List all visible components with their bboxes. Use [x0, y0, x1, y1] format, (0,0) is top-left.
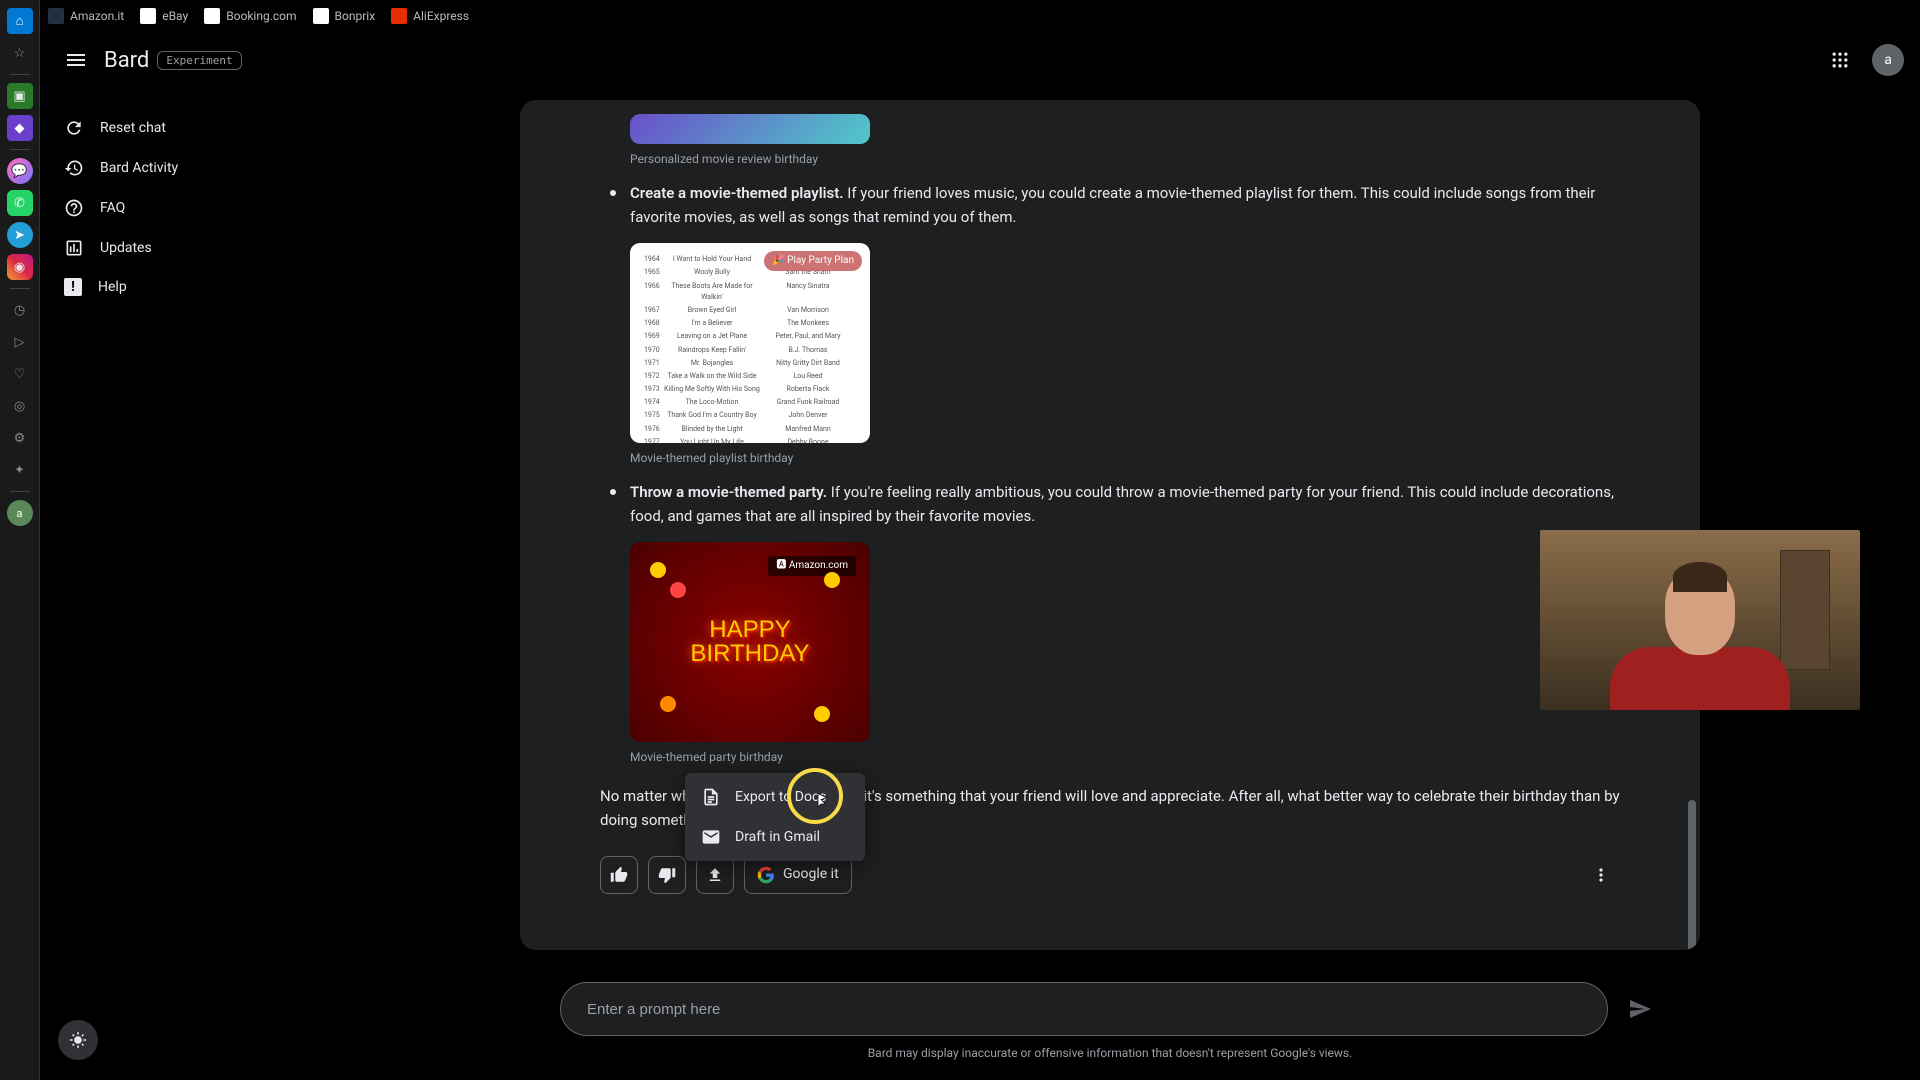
tab-aliexpress[interactable]: AliExpress — [391, 8, 469, 24]
party-source-badge: 🅰 Amazon.com — [768, 556, 856, 576]
image-party: 🅰 Amazon.com HAPPYBIRTHDAY — [630, 542, 870, 742]
bullet-dot-icon — [610, 190, 616, 196]
caption-playlist: Movie-themed playlist birthday — [630, 449, 1640, 468]
nav-reset-chat[interactable]: Reset chat — [48, 108, 312, 148]
light-mode-icon — [69, 1031, 87, 1049]
gmail-icon — [701, 827, 721, 847]
os-icon-play[interactable]: ▷ — [7, 329, 33, 355]
experiment-badge: Experiment — [157, 51, 241, 70]
cursor-pointer-icon — [812, 792, 830, 814]
google-apps-button[interactable] — [1820, 40, 1860, 80]
prompt-area: Bard may display inaccurate or offensive… — [560, 982, 1660, 1060]
app-title: Bard — [104, 48, 149, 73]
thumbs-down-button[interactable] — [648, 856, 686, 894]
nav-faq[interactable]: FAQ — [48, 188, 312, 228]
tab-amazon[interactable]: Amazon.it — [48, 8, 124, 24]
menu-icon — [64, 48, 88, 72]
prompt-input[interactable] — [560, 982, 1608, 1036]
os-icon-whatsapp[interactable]: ✆ — [7, 190, 33, 216]
nav-label: FAQ — [100, 200, 125, 216]
nav-label: Help — [98, 279, 127, 295]
os-sidebar: ⌂ ☆ ▣ ◆ 💬 ✆ ➤ ◉ ◷ ▷ ♡ ◎ ⚙ ✦ a — [0, 0, 40, 1080]
google-logo-icon — [757, 866, 775, 884]
scrollbar-thumb[interactable] — [1688, 800, 1696, 950]
hamburger-menu-button[interactable] — [56, 40, 96, 80]
export-gmail-label: Draft in Gmail — [735, 829, 820, 845]
send-button[interactable] — [1620, 989, 1660, 1029]
google-it-label: Google it — [783, 863, 839, 885]
caption-review: Personalized movie review birthday — [630, 150, 1640, 169]
os-icon-avatar[interactable]: a — [7, 500, 33, 526]
playlist-source-badge: 🎉 Play Party Plan — [764, 251, 862, 271]
nav-bard-activity[interactable]: Bard Activity — [48, 148, 312, 188]
export-menu: Export to Docs Draft in Gmail — [685, 773, 865, 861]
image-playlist: 🎉 Play Party Plan 1964I Want to Hold You… — [630, 243, 870, 443]
nav-label: Reset chat — [100, 120, 166, 136]
webcam-overlay — [1540, 530, 1860, 710]
nav-updates[interactable]: Updates — [48, 228, 312, 268]
more-vert-icon — [1591, 865, 1611, 885]
left-navigation: Reset chat Bard Activity FAQ Updates ! H… — [40, 100, 320, 314]
bullet-party: Throw a movie-themed party. If you're fe… — [580, 480, 1640, 528]
nav-label: Bard Activity — [100, 160, 178, 176]
os-icon-target[interactable]: ◎ — [7, 393, 33, 419]
send-icon — [1628, 997, 1652, 1021]
caption-party: Movie-themed party birthday — [630, 748, 1640, 767]
bullet-playlist: Create a movie-themed playlist. If your … — [580, 181, 1640, 229]
thumbs-up-button[interactable] — [600, 856, 638, 894]
nav-help[interactable]: ! Help — [48, 268, 312, 306]
thumbs-up-icon — [610, 866, 628, 884]
tab-bonprix[interactable]: Bonprix — [313, 8, 376, 24]
help-icon: ! — [64, 278, 82, 296]
image-review — [630, 114, 870, 144]
os-icon-app2[interactable]: ◆ — [7, 115, 33, 141]
theme-toggle-button[interactable] — [58, 1020, 98, 1060]
docs-icon — [701, 787, 721, 807]
updates-icon — [64, 238, 84, 258]
google-it-button[interactable]: Google it — [744, 856, 852, 894]
faq-icon — [64, 198, 84, 218]
os-icon-messenger[interactable]: 💬 — [7, 158, 33, 184]
disclaimer-text: Bard may display inaccurate or offensive… — [560, 1046, 1660, 1060]
os-icon-star[interactable]: ☆ — [7, 40, 33, 66]
nav-label: Updates — [100, 240, 152, 256]
apps-grid-icon — [1830, 50, 1850, 70]
tab-booking[interactable]: Booking.com — [204, 8, 296, 24]
response-action-bar: Google it — [600, 856, 1640, 894]
os-icon-clock[interactable]: ◷ — [7, 297, 33, 323]
os-icon-sparkle[interactable]: ✦ — [7, 457, 33, 483]
thumbs-down-icon — [658, 866, 676, 884]
tab-ebay[interactable]: eBay — [140, 8, 188, 24]
reset-icon — [64, 118, 84, 138]
share-icon — [706, 866, 724, 884]
app-header: Bard Experiment a — [40, 32, 1920, 88]
bullet-dot-icon — [610, 489, 616, 495]
user-avatar[interactable]: a — [1872, 44, 1904, 76]
browser-tab-strip: Amazon.it eBay Booking.com Bonprix AliEx… — [40, 0, 1920, 32]
os-icon-heart[interactable]: ♡ — [7, 361, 33, 387]
os-icon-app1[interactable]: ▣ — [7, 83, 33, 109]
os-icon-telegram[interactable]: ➤ — [7, 222, 33, 248]
share-button[interactable] — [696, 856, 734, 894]
draft-in-gmail-item[interactable]: Draft in Gmail — [685, 817, 865, 857]
more-options-button[interactable] — [1582, 856, 1620, 894]
os-icon-instagram[interactable]: ◉ — [7, 254, 33, 280]
os-icon-settings[interactable]: ⚙ — [7, 425, 33, 451]
export-to-docs-item[interactable]: Export to Docs — [685, 777, 865, 817]
activity-icon — [64, 158, 84, 178]
os-icon-home[interactable]: ⌂ — [7, 8, 33, 34]
